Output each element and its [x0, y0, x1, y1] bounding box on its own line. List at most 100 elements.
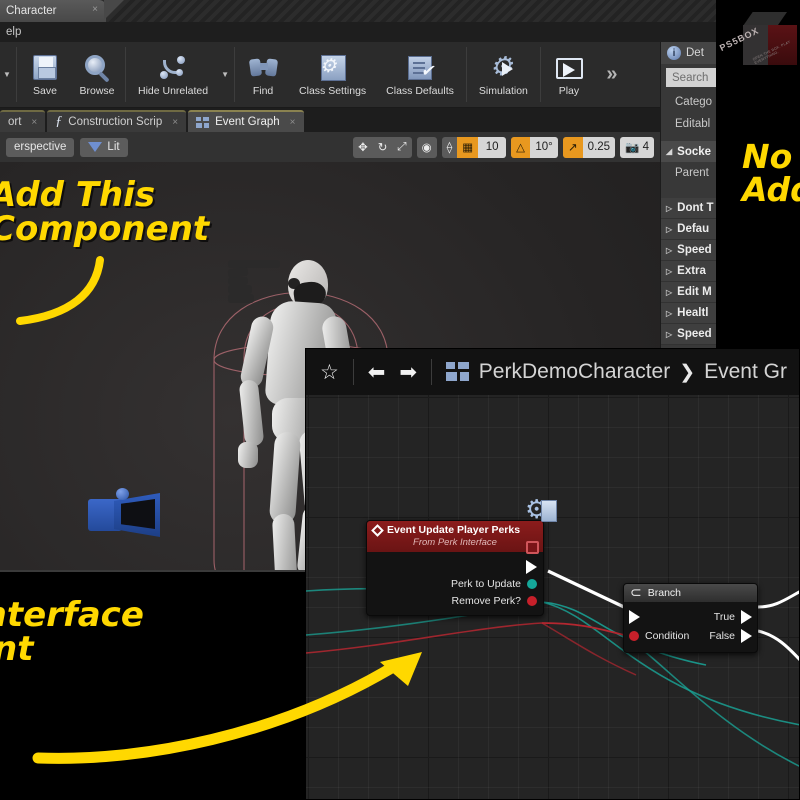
info-icon: i: [667, 46, 681, 60]
simulation-button[interactable]: Simulation: [469, 42, 538, 107]
chevron-down-icon[interactable]: ▼: [218, 42, 232, 107]
app-root: Character × elp ▼ Save Browse Hide Unrel…: [0, 0, 800, 800]
details-row-label: Editabl: [675, 118, 711, 130]
exec-pin-icon[interactable]: [741, 609, 752, 624]
chevron-right-icon[interactable]: ▷: [666, 225, 672, 234]
close-icon[interactable]: ×: [92, 4, 98, 15]
close-icon[interactable]: ×: [172, 117, 178, 128]
back-arrow-icon[interactable]: ⬅: [368, 362, 386, 383]
pin-false[interactable]: False: [709, 628, 752, 643]
world-space-icon[interactable]: ◉: [417, 137, 437, 158]
grid-snap-value[interactable]: 10: [478, 136, 507, 158]
scale-snap-group: ↗ 0.25: [563, 136, 616, 158]
camera-component-gizmo[interactable]: [88, 487, 160, 539]
node-branch[interactable]: ⊂ Branch True Condition False: [623, 583, 758, 653]
toolbar-more-icon[interactable]: »: [595, 42, 629, 107]
chevron-right-icon[interactable]: ▷: [666, 330, 672, 339]
toolbar-overflow-caret[interactable]: ▼: [0, 42, 14, 107]
breadcrumb-blueprint[interactable]: PerkDemoCharacter: [479, 360, 670, 384]
tab-event-graph[interactable]: Event Graph ×: [188, 110, 304, 132]
bool-pin-icon[interactable]: [527, 595, 537, 606]
bool-pin-icon[interactable]: [629, 630, 639, 641]
details-category-label: Defau: [677, 223, 710, 235]
tab-construction-script[interactable]: ƒ Construction Scrip ×: [47, 110, 187, 132]
graph-canvas[interactable]: Event Update Player Perks From Perk Inte…: [306, 395, 799, 799]
scale-icon[interactable]: ⤢: [392, 137, 411, 158]
pin-perk-to-update[interactable]: Perk to Update: [367, 575, 543, 592]
play-button-label: Play: [558, 84, 580, 97]
exec-pin-icon[interactable]: [629, 609, 640, 624]
angle-snap-icon[interactable]: △: [511, 136, 531, 158]
favorite-star-icon[interactable]: ☆: [320, 362, 339, 383]
scale-snap-value[interactable]: 0.25: [582, 136, 616, 158]
toolbar-separator: [234, 47, 236, 102]
chevron-right-icon[interactable]: ▷: [666, 267, 672, 276]
class-defaults-label: Class Defaults: [386, 84, 454, 97]
camera-speed-icon: 📷: [625, 142, 640, 154]
node-breakpoint-badge[interactable]: [526, 541, 539, 554]
node-event-update-player-perks[interactable]: Event Update Player Perks From Perk Inte…: [366, 494, 557, 616]
camera-speed-value-text: 4: [642, 141, 649, 153]
pin-condition[interactable]: Condition: [629, 630, 689, 642]
tab-viewport[interactable]: ort ×: [0, 110, 46, 132]
details-search-placeholder: Search: [672, 71, 709, 84]
binoculars-icon: [248, 53, 279, 83]
node-title-row: Event Update Player Perks: [371, 523, 537, 537]
exec-pin-icon[interactable]: [741, 628, 752, 643]
lit-cone-icon: [88, 142, 103, 152]
close-icon[interactable]: ×: [31, 117, 37, 128]
pin-exec-in[interactable]: [629, 609, 640, 624]
node-title: Branch: [647, 587, 682, 599]
chevron-right-icon[interactable]: ▷: [666, 204, 672, 213]
hide-unrelated-button[interactable]: Hide Unrelated: [128, 42, 218, 107]
event-diamond-icon: [371, 523, 384, 537]
details-row-label: Catego: [675, 96, 713, 108]
surface-snap-icon[interactable]: ⟠: [442, 137, 458, 158]
angle-snap-value[interactable]: 10°: [530, 136, 559, 158]
expander-open-icon[interactable]: ◢: [666, 147, 672, 156]
node-curve-icon: [158, 53, 188, 83]
view-mode-label: erspective: [14, 141, 67, 153]
chevron-right-icon[interactable]: ▷: [666, 288, 672, 297]
overlay-bottom-left: [0, 570, 305, 800]
breadcrumb-graph[interactable]: Event Gr: [704, 360, 787, 384]
tab-construction-script-label: Construction Scrip: [68, 116, 163, 128]
class-defaults-button[interactable]: Class Defaults: [376, 42, 464, 107]
scale-snap-value-text: 0.25: [587, 141, 611, 153]
transform-tool-group: ✥ ↻ ⤢: [353, 136, 412, 158]
view-mode-dropdown[interactable]: erspective: [6, 137, 75, 157]
chevron-right-icon[interactable]: ▷: [666, 246, 672, 255]
window-tab-character[interactable]: Character ×: [0, 0, 106, 22]
pin-true[interactable]: True: [714, 609, 752, 624]
blueprint-icon: [445, 362, 470, 382]
save-button-label: Save: [33, 84, 57, 97]
divider: [430, 359, 432, 385]
class-settings-button[interactable]: Class Settings: [289, 42, 376, 107]
pin-remove-perk[interactable]: Remove Perk?: [367, 592, 543, 609]
branch-icon: ⊂: [630, 585, 642, 601]
lit-mode-dropdown[interactable]: Lit: [80, 137, 128, 157]
exec-pin-icon[interactable]: [526, 559, 537, 574]
node-title: Event Update Player Perks: [387, 524, 521, 536]
grid-snap-icon[interactable]: ▦: [457, 136, 479, 158]
rotate-icon[interactable]: ↻: [373, 137, 393, 158]
node-body: Perk to Update Remove Perk?: [367, 552, 543, 615]
close-icon[interactable]: ×: [290, 117, 296, 128]
find-button[interactable]: Find: [237, 42, 289, 107]
snap-group: ⟠ ▦ 10: [441, 136, 507, 158]
translate-icon[interactable]: ✥: [353, 137, 373, 158]
camera-speed-group: 📷 4: [620, 136, 654, 158]
chevron-right-icon[interactable]: ▷: [666, 309, 672, 318]
camera-speed-value[interactable]: 📷 4: [620, 136, 654, 158]
object-pin-icon[interactable]: [527, 578, 537, 589]
scale-snap-icon[interactable]: ↗: [563, 136, 583, 158]
play-button[interactable]: Play: [543, 42, 595, 107]
save-button[interactable]: Save: [19, 42, 71, 107]
browse-button[interactable]: Browse: [71, 42, 123, 107]
branch-row-condition-false: Condition False: [624, 626, 757, 645]
menu-item-help[interactable]: elp: [0, 26, 27, 38]
forward-arrow-icon[interactable]: ➡: [399, 362, 417, 383]
pin-label: Remove Perk?: [451, 594, 521, 607]
coordinate-space-toggle[interactable]: ◉: [416, 136, 437, 158]
pin-exec-out[interactable]: [367, 558, 543, 575]
